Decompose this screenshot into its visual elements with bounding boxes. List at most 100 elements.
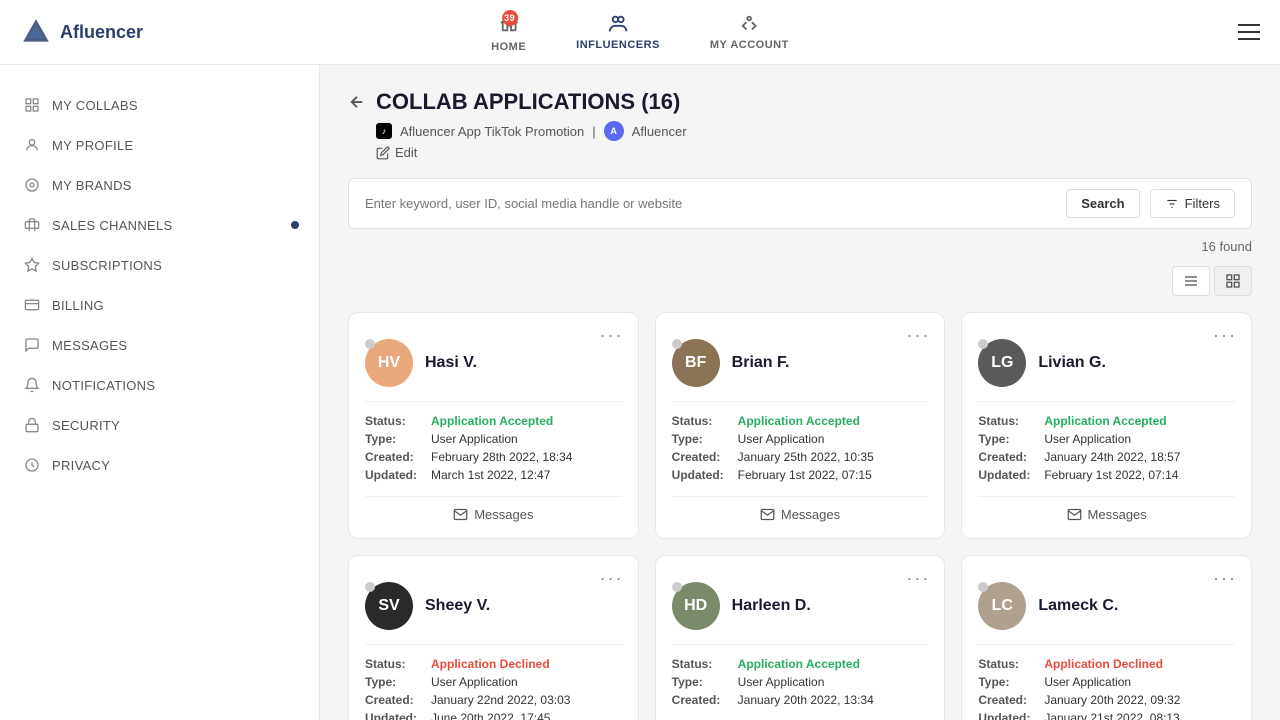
- updated-label-2: Updated:: [672, 468, 732, 482]
- sidebar-item-security[interactable]: SECURITY: [0, 405, 319, 445]
- avatar-wrapper-5: HD: [672, 582, 720, 630]
- user-name-1: Hasi V.: [425, 354, 477, 372]
- info-updated-3: Updated: February 1st 2022, 07:14: [978, 468, 1235, 482]
- info-status-1: Status: Application Accepted: [365, 414, 622, 428]
- user-name-5: Harleen D.: [732, 597, 811, 615]
- info-created-1: Created: February 28th 2022, 18:34: [365, 450, 622, 464]
- card-divider-2: [672, 401, 929, 402]
- sidebar-item-my-collabs[interactable]: MY COLLABS: [0, 85, 319, 125]
- sidebar-label-billing: BILLING: [52, 298, 104, 313]
- sidebar-item-notifications[interactable]: NOTIFICATIONS: [0, 365, 319, 405]
- card-user-2: BF Brian F.: [672, 339, 929, 387]
- edit-label: Edit: [395, 145, 417, 160]
- card-user-6: LC Lameck C.: [978, 582, 1235, 630]
- page-title: COLLAB APPLICATIONS (16): [376, 89, 680, 115]
- info-updated-4: Updated: June 20th 2022, 17:45: [365, 711, 622, 720]
- grid-view-button[interactable]: [1214, 266, 1252, 296]
- page-subtitle: ♪ Afluencer App TikTok Promotion | A Afl…: [376, 121, 1252, 141]
- card-menu-3[interactable]: ···: [1213, 325, 1237, 346]
- nav-home[interactable]: 39 HOME: [481, 8, 536, 57]
- updated-label-3: Updated:: [978, 468, 1038, 482]
- avatar-wrapper-4: SV: [365, 582, 413, 630]
- brand-avatar: A: [604, 121, 624, 141]
- card-user-5: HD Harleen D.: [672, 582, 929, 630]
- card-info-5: Status: Application Accepted Type: User …: [672, 657, 929, 707]
- type-value-1: User Application: [431, 432, 518, 446]
- brand-name: Afluencer: [632, 124, 687, 139]
- info-created-2: Created: January 25th 2022, 10:35: [672, 450, 929, 464]
- search-button[interactable]: Search: [1066, 189, 1139, 218]
- sidebar-item-subscriptions[interactable]: SUBSCRIPTIONS: [0, 245, 319, 285]
- card-info-1: Status: Application Accepted Type: User …: [365, 414, 622, 482]
- sidebar: MY COLLABS MY PROFILE MY BRANDS SALES CH…: [0, 65, 320, 720]
- avatar-wrapper-3: LG: [978, 339, 1026, 387]
- user-name-6: Lameck C.: [1038, 597, 1118, 615]
- created-label-2: Created:: [672, 450, 732, 464]
- status-value-2: Application Accepted: [738, 414, 860, 428]
- sidebar-label-my-profile: MY PROFILE: [52, 138, 134, 153]
- sidebar-item-billing[interactable]: BILLING: [0, 285, 319, 325]
- info-type-4: Type: User Application: [365, 675, 622, 689]
- avatar-wrapper-1: HV: [365, 339, 413, 387]
- card-info-3: Status: Application Accepted Type: User …: [978, 414, 1235, 482]
- platform-name: Afluencer App TikTok Promotion: [400, 124, 584, 139]
- status-label-4: Status:: [365, 657, 425, 671]
- card-menu-2[interactable]: ···: [906, 325, 930, 346]
- hamburger-menu[interactable]: [1238, 24, 1260, 40]
- info-type-6: Type: User Application: [978, 675, 1235, 689]
- user-name-3: Livian G.: [1038, 354, 1106, 372]
- nav-influencers-label: INFLUENCERS: [576, 39, 660, 51]
- status-label-2: Status:: [672, 414, 732, 428]
- info-updated-6: Updated: January 21st 2022, 08:13: [978, 711, 1235, 720]
- sidebar-label-my-brands: MY BRANDS: [52, 178, 132, 193]
- status-value-5: Application Accepted: [738, 657, 860, 671]
- card-menu-4[interactable]: ···: [600, 568, 624, 589]
- user-name-2: Brian F.: [732, 354, 790, 372]
- card-info-4: Status: Application Declined Type: User …: [365, 657, 622, 720]
- filter-button[interactable]: Filters: [1150, 189, 1235, 218]
- nav-my-account-label: MY ACCOUNT: [710, 39, 789, 51]
- created-value-5: January 20th 2022, 13:34: [738, 693, 874, 707]
- sidebar-label-privacy: PRIVACY: [52, 458, 110, 473]
- updated-value-4: June 20th 2022, 17:45: [431, 711, 550, 720]
- info-status-6: Status: Application Declined: [978, 657, 1235, 671]
- sidebar-item-sales-channels[interactable]: SALES CHANNELS: [0, 205, 319, 245]
- filters-label: Filters: [1185, 196, 1220, 211]
- card-divider-4: [365, 644, 622, 645]
- card-6: ··· LC Lameck C. Status: Application Dec…: [961, 555, 1252, 720]
- back-button[interactable]: [348, 93, 366, 111]
- tiktok-icon: ♪: [376, 123, 392, 139]
- updated-value-2: February 1st 2022, 07:15: [738, 468, 872, 482]
- info-created-3: Created: January 24th 2022, 18:57: [978, 450, 1235, 464]
- cards-grid: ··· HV Hasi V. Status: Application Accep…: [348, 312, 1252, 720]
- card-footer-1: Messages: [365, 496, 622, 522]
- messages-button-2[interactable]: Messages: [760, 507, 840, 522]
- card-menu-1[interactable]: ···: [600, 325, 624, 346]
- list-view-button[interactable]: [1172, 266, 1210, 296]
- sidebar-item-messages[interactable]: MESSAGES: [0, 325, 319, 365]
- card-user-4: SV Sheey V.: [365, 582, 622, 630]
- view-toggle: [348, 266, 1252, 296]
- sidebar-label-notifications: NOTIFICATIONS: [52, 378, 155, 393]
- sidebar-item-my-profile[interactable]: MY PROFILE: [0, 125, 319, 165]
- status-dot-2: [672, 339, 682, 349]
- logo[interactable]: Afluencer: [20, 16, 143, 48]
- updated-label-6: Updated:: [978, 711, 1038, 720]
- card-5: ··· HD Harleen D. Status: Application Ac…: [655, 555, 946, 720]
- messages-button-3[interactable]: Messages: [1067, 507, 1147, 522]
- search-input[interactable]: [365, 196, 1056, 211]
- messages-button-1[interactable]: Messages: [453, 507, 533, 522]
- updated-label-4: Updated:: [365, 711, 425, 720]
- status-label-6: Status:: [978, 657, 1038, 671]
- edit-button[interactable]: Edit: [376, 145, 1252, 160]
- nav-influencers[interactable]: INFLUENCERS: [566, 9, 670, 55]
- created-label-3: Created:: [978, 450, 1038, 464]
- nav-my-account[interactable]: MY ACCOUNT: [700, 9, 799, 55]
- card-menu-5[interactable]: ···: [906, 568, 930, 589]
- top-nav-center: 39 HOME INFLUENCERS MY ACCOUNT: [481, 8, 799, 57]
- sidebar-item-privacy[interactable]: PRIVACY: [0, 445, 319, 485]
- type-value-2: User Application: [738, 432, 825, 446]
- sidebar-label-my-collabs: MY COLLABS: [52, 98, 138, 113]
- sidebar-item-my-brands[interactable]: MY BRANDS: [0, 165, 319, 205]
- card-menu-6[interactable]: ···: [1213, 568, 1237, 589]
